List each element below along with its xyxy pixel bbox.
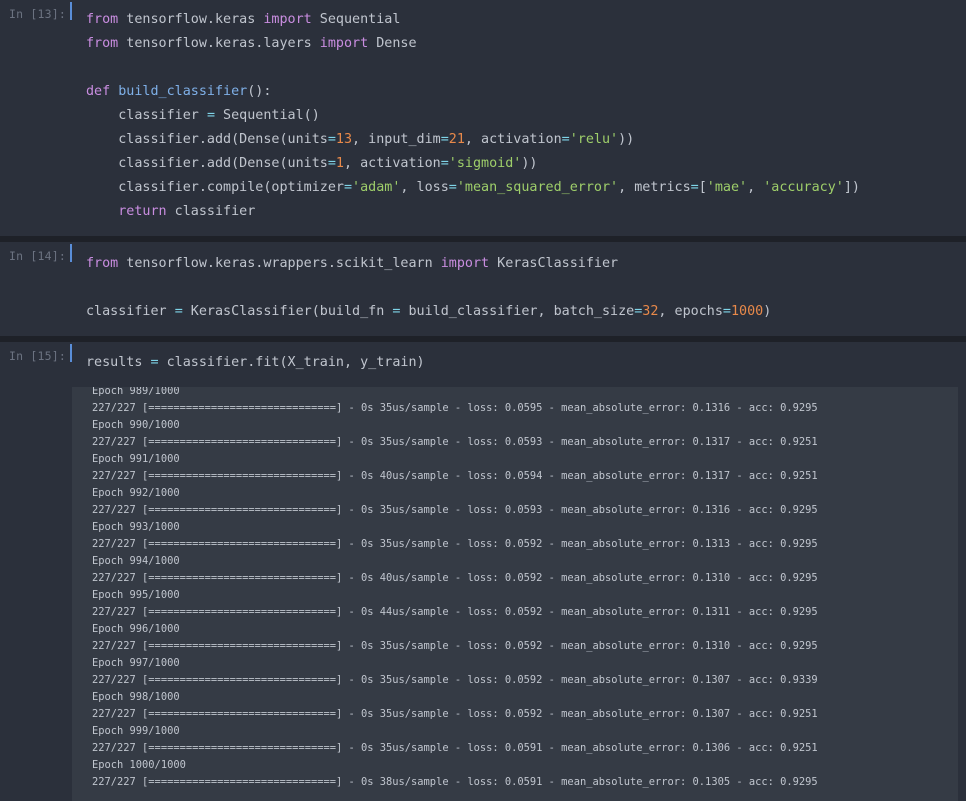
output-line: Epoch 991/1000 (92, 453, 180, 465)
output-line: Epoch 996/1000 (92, 623, 180, 635)
output-line: Epoch 992/1000 (92, 487, 180, 499)
output-line: 227/227 [==============================]… (92, 402, 818, 414)
training-log-output: Epoch 989/1000 227/227 [================… (92, 387, 818, 791)
code-line: from tensorflow.keras.layers import Dens… (86, 36, 417, 51)
output-line: 227/227 [==============================]… (92, 674, 818, 686)
cell-selection-bar (70, 2, 72, 20)
code-line: classifier.add(Dense(units=1, activation… (86, 156, 538, 171)
code-cell-14[interactable]: In [14]: from tensorflow.keras.wrappers.… (0, 242, 966, 336)
output-line: 227/227 [==============================]… (92, 606, 818, 618)
code-input[interactable]: from tensorflow.keras import Sequential … (86, 8, 860, 224)
output-scrollbar[interactable] (958, 387, 966, 801)
output-line: Epoch 995/1000 (92, 589, 180, 601)
code-line: classifier = Sequential() (86, 108, 320, 123)
code-line: def build_classifier(): (86, 84, 272, 99)
output-line: Epoch 989/1000 (92, 387, 180, 397)
output-line: 227/227 [==============================]… (92, 470, 818, 482)
cell-selection-bar (70, 244, 72, 262)
code-cell-13[interactable]: In [13]: from tensorflow.keras import Se… (0, 0, 966, 236)
output-line: 227/227 [==============================]… (92, 640, 818, 652)
output-line: Epoch 998/1000 (92, 691, 180, 703)
output-line: Epoch 993/1000 (92, 521, 180, 533)
cell-prompt: In [15]: (9, 349, 66, 363)
output-line: Epoch 994/1000 (92, 555, 180, 567)
code-line: from tensorflow.keras.wrappers.scikit_le… (86, 256, 619, 271)
output-line: Epoch 1000/1000 (92, 759, 186, 771)
cell-prompt: In [14]: (9, 249, 66, 263)
output-line: 227/227 [==============================]… (92, 708, 818, 720)
code-line: classifier.compile(optimizer='adam', los… (86, 180, 860, 195)
code-line: classifier.add(Dense(units=13, input_dim… (86, 132, 635, 147)
code-line: classifier = KerasClassifier(build_fn = … (86, 304, 772, 319)
cell-selection-bar (70, 344, 72, 362)
code-line: return classifier (118, 204, 256, 219)
output-line: 227/227 [==============================]… (92, 538, 818, 550)
output-line: Epoch 990/1000 (92, 419, 180, 431)
output-line: Epoch 997/1000 (92, 657, 180, 669)
code-line: from tensorflow.keras import Sequential (86, 12, 401, 27)
output-line: 227/227 [==============================]… (92, 572, 818, 584)
output-line: 227/227 [==============================]… (92, 742, 818, 754)
code-input[interactable]: from tensorflow.keras.wrappers.scikit_le… (86, 252, 771, 324)
output-line: 227/227 [==============================]… (92, 776, 818, 788)
code-input[interactable]: results = classifier.fit(X_train, y_trai… (86, 351, 425, 375)
cell-output-area[interactable]: Epoch 989/1000 227/227 [================… (72, 387, 958, 801)
cell-prompt: In [13]: (9, 7, 66, 21)
output-line: 227/227 [==============================]… (92, 504, 818, 516)
code-line: results = classifier.fit(X_train, y_trai… (86, 355, 425, 370)
output-line: Epoch 999/1000 (92, 725, 180, 737)
output-line: 227/227 [==============================]… (92, 436, 818, 448)
